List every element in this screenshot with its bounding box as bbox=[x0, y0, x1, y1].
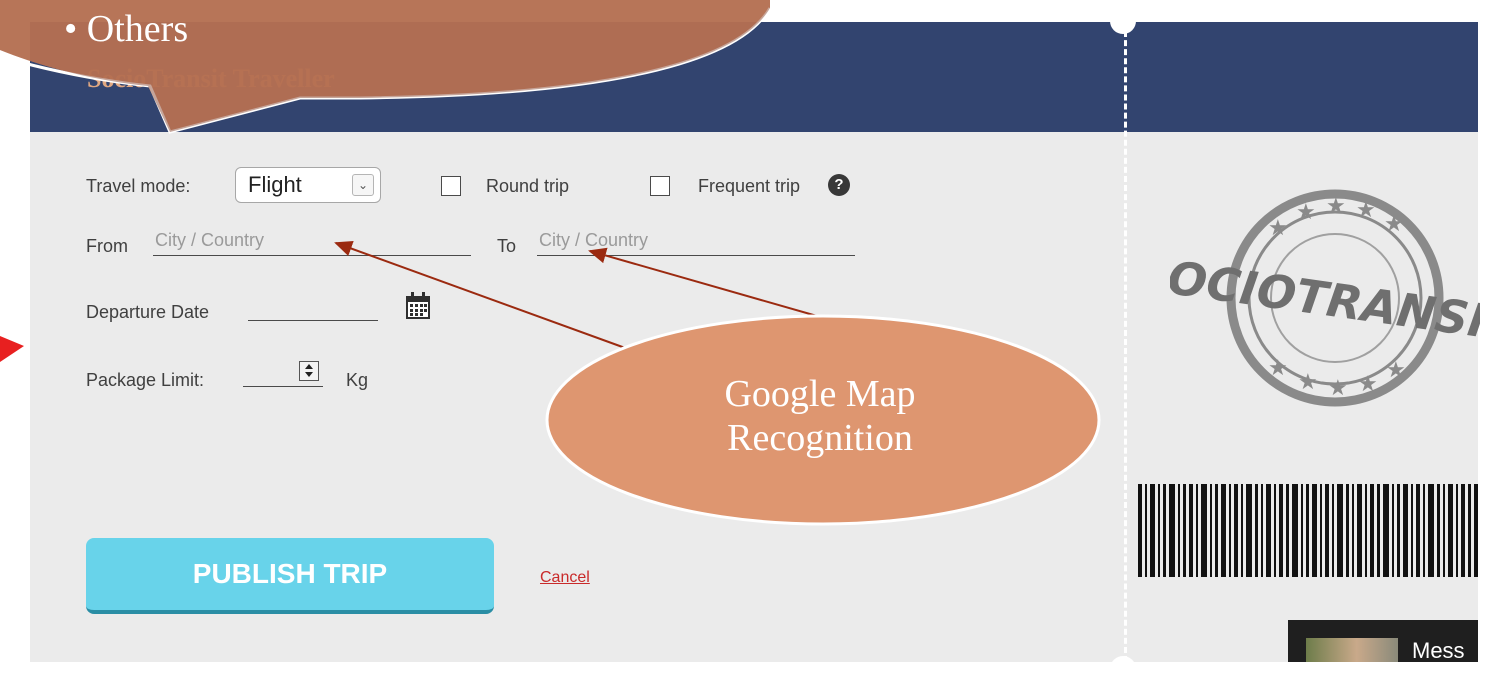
arrow-to-to-field bbox=[588, 247, 825, 319]
annotation-layer bbox=[334, 240, 1101, 526]
arrow-to-from-field bbox=[334, 240, 629, 350]
google-map-recognition-label: Google Map Recognition bbox=[640, 372, 1000, 460]
left-edge-arrow bbox=[0, 336, 24, 362]
oval-line-2: Recognition bbox=[727, 417, 913, 459]
oval-line-1: Google Map bbox=[724, 373, 916, 415]
